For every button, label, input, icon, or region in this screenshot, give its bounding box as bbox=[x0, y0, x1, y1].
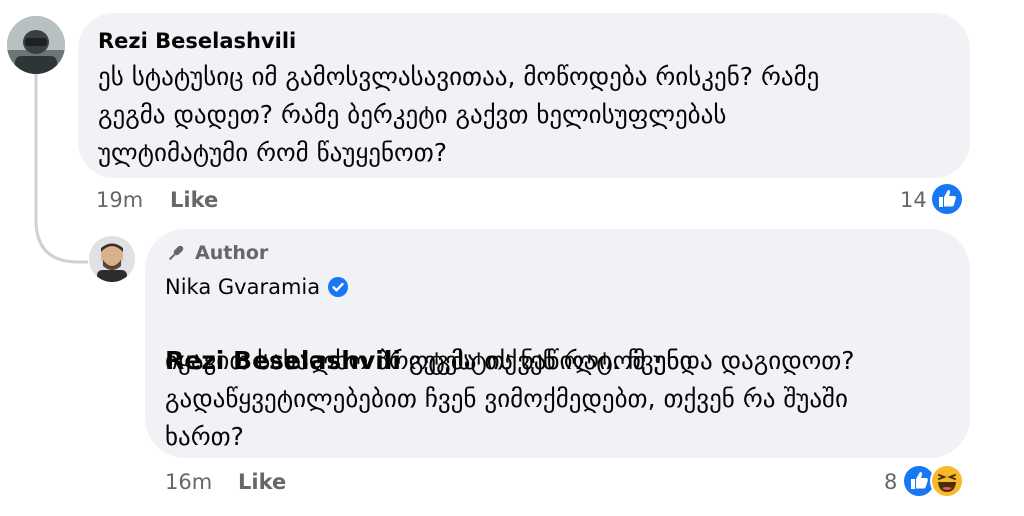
author-badge-label: Author bbox=[195, 242, 269, 264]
user-photo-icon bbox=[89, 236, 135, 282]
like-reaction-icon[interactable] bbox=[930, 182, 964, 216]
user-photo-icon bbox=[7, 16, 65, 74]
like-button[interactable]: Like bbox=[238, 470, 286, 494]
reply-author-name[interactable]: Nika Gvaramia bbox=[165, 275, 320, 299]
microphone-icon bbox=[168, 245, 184, 261]
comment-text: ეს სტატუსიც იმ გამოსვლასავითაა, მოწოდება… bbox=[98, 62, 820, 167]
reaction-count[interactable]: 14 bbox=[900, 188, 927, 212]
reaction-count[interactable]: 8 bbox=[884, 470, 897, 494]
comment-author[interactable]: Rezi Beselashvili bbox=[98, 29, 296, 53]
reply-timestamp[interactable]: 16m bbox=[165, 470, 212, 494]
like-button[interactable]: Like bbox=[170, 188, 218, 212]
reply-author[interactable]: Nika Gvaramia bbox=[165, 275, 349, 299]
avatar[interactable] bbox=[89, 236, 135, 282]
comment-timestamp[interactable]: 19m bbox=[96, 188, 143, 212]
haha-reaction-icon[interactable] bbox=[930, 464, 964, 498]
author-badge: Author bbox=[165, 242, 268, 264]
reply-text-body: იყავით სახალხო პროტესტის ნაწილი. ჩვენი გ… bbox=[165, 346, 848, 451]
verified-badge-icon bbox=[328, 277, 349, 297]
avatar[interactable] bbox=[7, 16, 65, 74]
